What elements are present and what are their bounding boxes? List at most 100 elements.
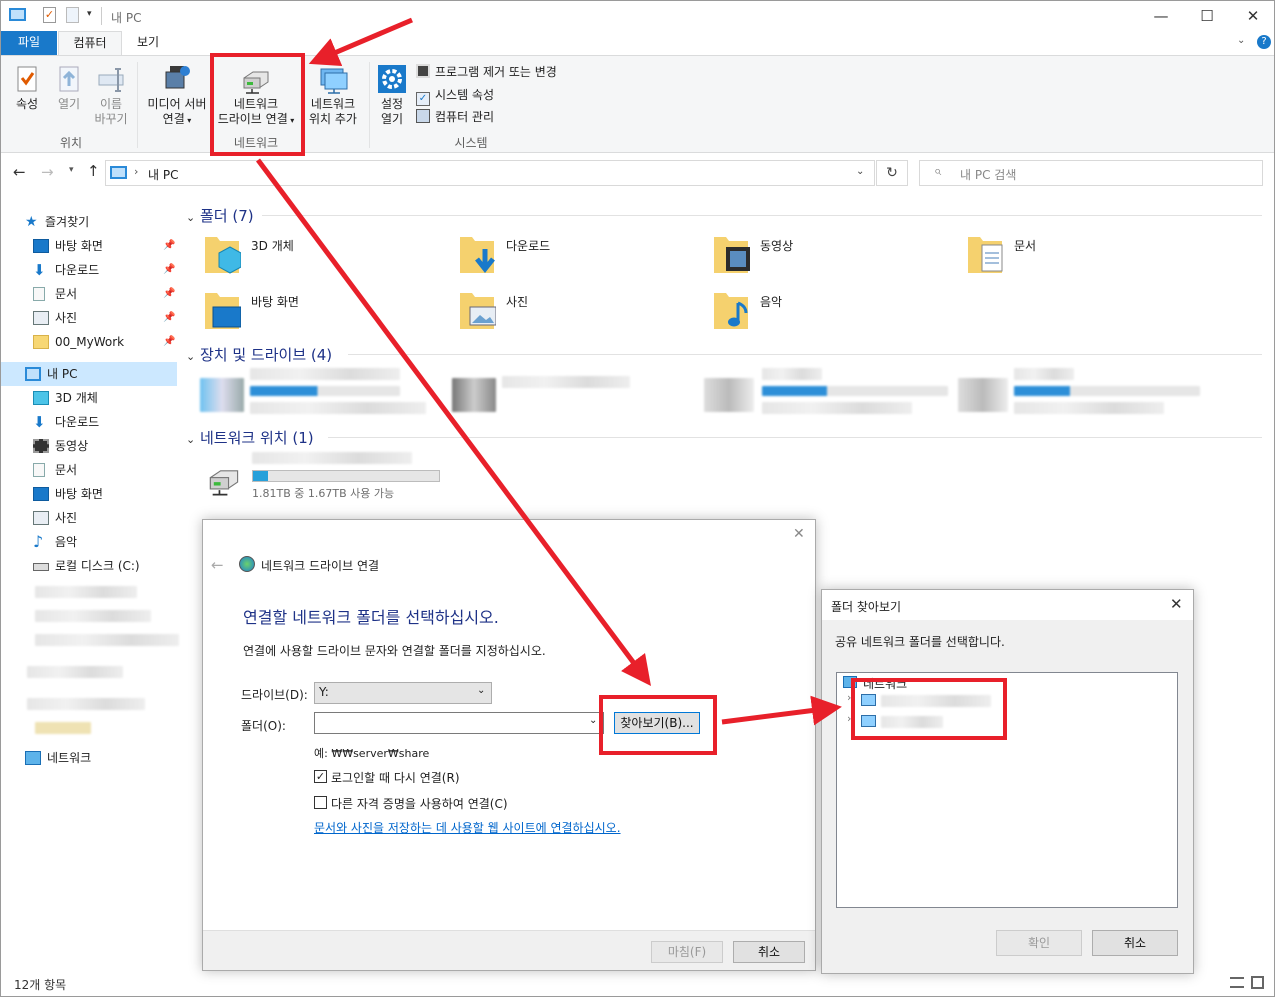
website-link[interactable]: 문서와 사진을 저장하는 데 사용할 웹 사이트에 연결하십시오. — [314, 819, 621, 836]
folder-item-downloads[interactable]: 다운로드 — [460, 233, 700, 281]
rename-button[interactable]: 이름 바꾸기 — [91, 64, 131, 127]
nav-label: 사진 — [55, 311, 78, 325]
map-cancel-button[interactable]: 취소 — [733, 941, 805, 963]
section-network-location-header[interactable]: ⌄ 네트워크 위치 (1) — [186, 427, 314, 448]
nav-pc-videos[interactable]: 동영상 — [33, 434, 88, 458]
uninstall-icon — [416, 64, 430, 78]
nav-quick-desktop[interactable]: 바탕 화면 — [33, 234, 103, 258]
new-folder-quick-icon[interactable] — [66, 7, 79, 23]
checkbox-other-credentials[interactable] — [314, 796, 327, 809]
drive-select[interactable]: Y: ⌄ — [314, 682, 492, 704]
nav-pc-documents[interactable]: 문서 — [33, 458, 77, 482]
up-icon[interactable]: ↑ — [87, 162, 100, 180]
device-item-blurred[interactable] — [958, 364, 1208, 420]
address-dropdown-icon[interactable]: ⌄ — [856, 166, 864, 177]
collapse-ribbon-icon[interactable]: ⌄ — [1237, 35, 1245, 46]
finish-button[interactable]: 마침(F) — [651, 941, 723, 963]
open-button[interactable]: 열기 — [51, 64, 87, 112]
blurred-nav-item — [35, 634, 179, 646]
maximize-button[interactable]: ☐ — [1184, 1, 1230, 31]
ok-button[interactable]: 확인 — [996, 930, 1082, 956]
media-server-button[interactable]: 미디어 서버 연결 ▾ — [144, 64, 210, 128]
section-divider — [348, 354, 1262, 355]
nav-quick-downloads[interactable]: ⬇ 다운로드 — [33, 258, 99, 282]
media-server-icon — [165, 66, 190, 89]
open-settings-button[interactable]: 설정 열기 — [373, 64, 411, 127]
nav-pc-downloads[interactable]: ⬇ 다운로드 — [33, 410, 99, 434]
folder-label: 폴더(O): — [241, 719, 286, 733]
browse-dialog-title: 폴더 찾아보기 — [831, 600, 902, 614]
folder-item-documents[interactable]: 문서 — [968, 233, 1208, 281]
add-network-location-button[interactable]: 네트워크 위치 추가 — [302, 64, 364, 127]
nav-quick-access[interactable]: ★ 즐겨찾기 — [25, 210, 89, 234]
device-item-blurred[interactable] — [200, 364, 440, 420]
nav-quick-documents[interactable]: 문서 — [33, 282, 77, 306]
nav-pc-music[interactable]: ♪ 음악 — [33, 530, 77, 554]
folder-item-pictures[interactable]: 사진 — [460, 289, 700, 337]
breadcrumb-chevron-icon[interactable]: › — [134, 165, 138, 178]
system-properties-button[interactable]: ✓ 시스템 속성 — [416, 86, 494, 106]
ribbon-tabs: 파일 컴퓨터 보기 ⌄ ? — [1, 31, 1274, 55]
browse-close-icon[interactable]: ✕ — [1170, 595, 1183, 613]
refresh-button[interactable]: ↻ — [876, 160, 908, 186]
folder-item-desktop[interactable]: 바탕 화면 — [205, 289, 445, 337]
network-location-item[interactable]: 1.81TB 중 1.67TB 사용 가능 — [200, 448, 460, 502]
breadcrumb-this-pc[interactable]: 내 PC — [148, 166, 178, 183]
search-box[interactable]: ⌕ 내 PC 검색 — [919, 160, 1263, 186]
nav-pc-pictures[interactable]: 사진 — [33, 506, 77, 530]
properties-quick-icon[interactable]: ✓ — [43, 7, 56, 23]
folder-item-music[interactable]: 음악 — [714, 289, 954, 337]
details-view-icon[interactable] — [1230, 977, 1244, 988]
section-title: 네트워크 위치 (1) — [200, 429, 314, 447]
computer-management-button[interactable]: 컴퓨터 관리 — [416, 108, 494, 126]
section-folders-header[interactable]: ⌄ 폴더 (7) — [186, 205, 254, 226]
uninstall-label: 프로그램 제거 또는 변경 — [435, 65, 557, 79]
nav-network[interactable]: 네트워크 — [25, 746, 91, 770]
nav-quick-mywork[interactable]: 00_MyWork — [33, 330, 124, 354]
device-item-blurred[interactable] — [452, 364, 692, 420]
customize-quick-access-icon[interactable]: ▾ — [87, 9, 92, 19]
search-placeholder: 내 PC 검색 — [960, 168, 1017, 182]
forward-icon[interactable]: → — [41, 163, 54, 181]
folder-item-videos[interactable]: 동영상 — [714, 233, 954, 281]
network-location-usage-bar — [252, 470, 440, 482]
uninstall-program-button[interactable]: 프로그램 제거 또는 변경 — [416, 63, 557, 81]
help-icon[interactable]: ? — [1257, 35, 1271, 49]
network-icon — [25, 751, 41, 765]
back-arrow-icon[interactable]: ← — [211, 556, 224, 574]
device-item-blurred[interactable] — [704, 364, 954, 420]
browse-cancel-button[interactable]: 취소 — [1092, 930, 1178, 956]
nav-pc-desktop[interactable]: 바탕 화면 — [33, 482, 103, 506]
blurred-drive-size — [250, 402, 426, 414]
tab-file[interactable]: 파일 — [1, 31, 57, 55]
title-bar: ✓ ▾ 내 PC — ☐ ✕ — [1, 1, 1274, 31]
3d-objects-icon — [33, 391, 49, 405]
blurred-nav-item — [35, 586, 137, 598]
tab-computer[interactable]: 컴퓨터 — [58, 31, 122, 55]
tab-view[interactable]: 보기 — [123, 31, 173, 55]
section-devices-header[interactable]: ⌄ 장치 및 드라이브 (4) — [186, 344, 332, 365]
blurred-drive-icon — [958, 378, 1008, 412]
window-title: 내 PC — [111, 11, 142, 25]
properties-button[interactable]: 속성 — [9, 64, 45, 112]
blurred-drive-icon — [704, 378, 754, 412]
close-button[interactable]: ✕ — [1230, 1, 1275, 31]
chevron-down-icon[interactable]: ⌄ — [589, 715, 597, 726]
refresh-icon: ↻ — [886, 165, 898, 181]
minimize-button[interactable]: — — [1138, 1, 1184, 31]
section-divider — [262, 215, 1262, 216]
folder-item-3d-objects[interactable]: 3D 개체 — [205, 233, 445, 281]
nav-label: 문서 — [55, 287, 78, 301]
address-bar[interactable]: › 내 PC ⌄ — [105, 160, 875, 186]
nav-this-pc[interactable]: 내 PC — [25, 362, 77, 386]
back-icon[interactable]: ← — [13, 163, 26, 181]
large-icons-view-icon[interactable] — [1251, 976, 1264, 989]
computer-management-label: 컴퓨터 관리 — [435, 110, 495, 124]
recent-locations-icon[interactable]: ▾ — [69, 165, 74, 175]
folder-input[interactable]: ⌄ — [314, 712, 604, 734]
checkbox-reconnect[interactable]: ✓ — [314, 770, 327, 783]
nav-quick-pictures[interactable]: 사진 — [33, 306, 77, 330]
nav-pc-local-disk[interactable]: 로컬 디스크 (C:) — [33, 554, 140, 578]
dialog-close-icon[interactable]: ✕ — [793, 526, 805, 542]
nav-pc-3d-objects[interactable]: 3D 개체 — [33, 386, 98, 410]
